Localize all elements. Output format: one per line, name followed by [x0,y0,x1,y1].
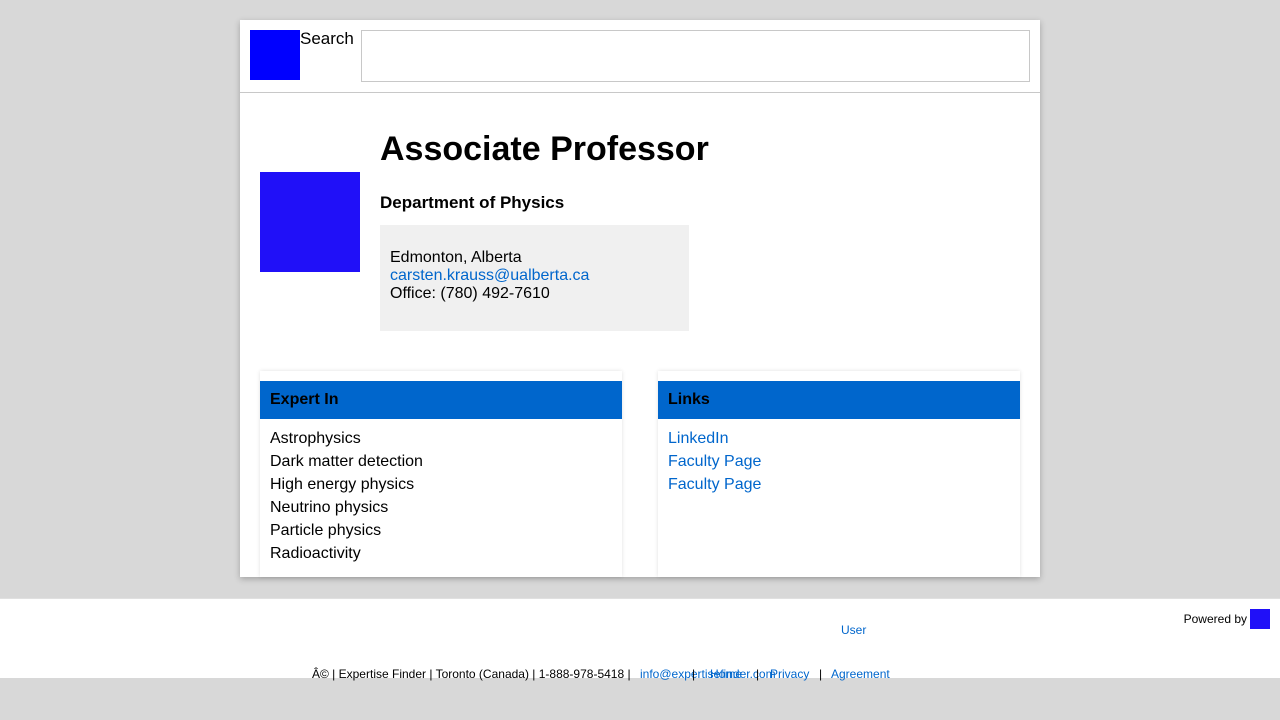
agreement-link[interactable]: Agreement [831,667,890,681]
expert-in-panel: Expert In Astrophysics Dark matter detec… [260,371,622,577]
contact-box: Edmonton, Alberta carsten.krauss@ualbert… [380,225,689,331]
list-item: Astrophysics [270,430,361,447]
home-link[interactable]: Home [710,667,742,681]
footer-separator: | [819,667,823,681]
list-item: Neutrino physics [270,499,389,516]
faculty-page-link[interactable]: Faculty Page [668,476,761,493]
site-logo[interactable] [250,30,300,80]
footer-separator: | [692,667,696,681]
user-link[interactable]: User [841,623,866,637]
location-text: Edmonton, Alberta [390,249,522,266]
list-item: Particle physics [270,522,382,539]
avatar [260,172,360,272]
list-item: High energy physics [270,476,415,493]
powered-by-logo[interactable] [1250,609,1270,629]
footer-separator: | [756,667,760,681]
search-input[interactable] [361,30,1030,82]
profile-card: Search Associate Professor Department of… [240,20,1040,577]
search-label: Search [300,29,354,48]
powered-by-label: Powered by [1183,612,1247,626]
links-list: LinkedIn Faculty Page Faculty Page [668,427,761,496]
list-item: Dark matter detection [270,453,423,470]
faculty-page-link[interactable]: Faculty Page [668,453,761,470]
links-heading: Links [658,381,1020,419]
email-link[interactable]: carsten.krauss@ualberta.ca [390,267,679,285]
list-item: Faculty Page [668,473,761,496]
expert-in-list: Astrophysics Dark matter detection High … [270,427,423,565]
privacy-link[interactable]: Privacy [770,667,809,681]
links-panel: Links LinkedIn Faculty Page Faculty Page [658,371,1020,577]
footer: Powered by User Â© | Expertise Finder | … [0,598,1280,681]
list-item: Faculty Page [668,450,761,473]
powered-by: Powered by [1184,609,1270,629]
department-name: Department of Physics [380,193,565,212]
linkedin-link[interactable]: LinkedIn [668,430,729,447]
copyright-text: Â© | Expertise Finder | Toronto (Canada)… [312,667,631,681]
list-item: LinkedIn [668,427,761,450]
office-phone: Office: (780) 492-7610 [390,285,550,302]
list-item: Radioactivity [270,545,361,562]
search-bar: Search [240,20,1040,93]
expert-in-heading: Expert In [260,381,622,419]
page-title: Associate Professor [380,130,709,168]
